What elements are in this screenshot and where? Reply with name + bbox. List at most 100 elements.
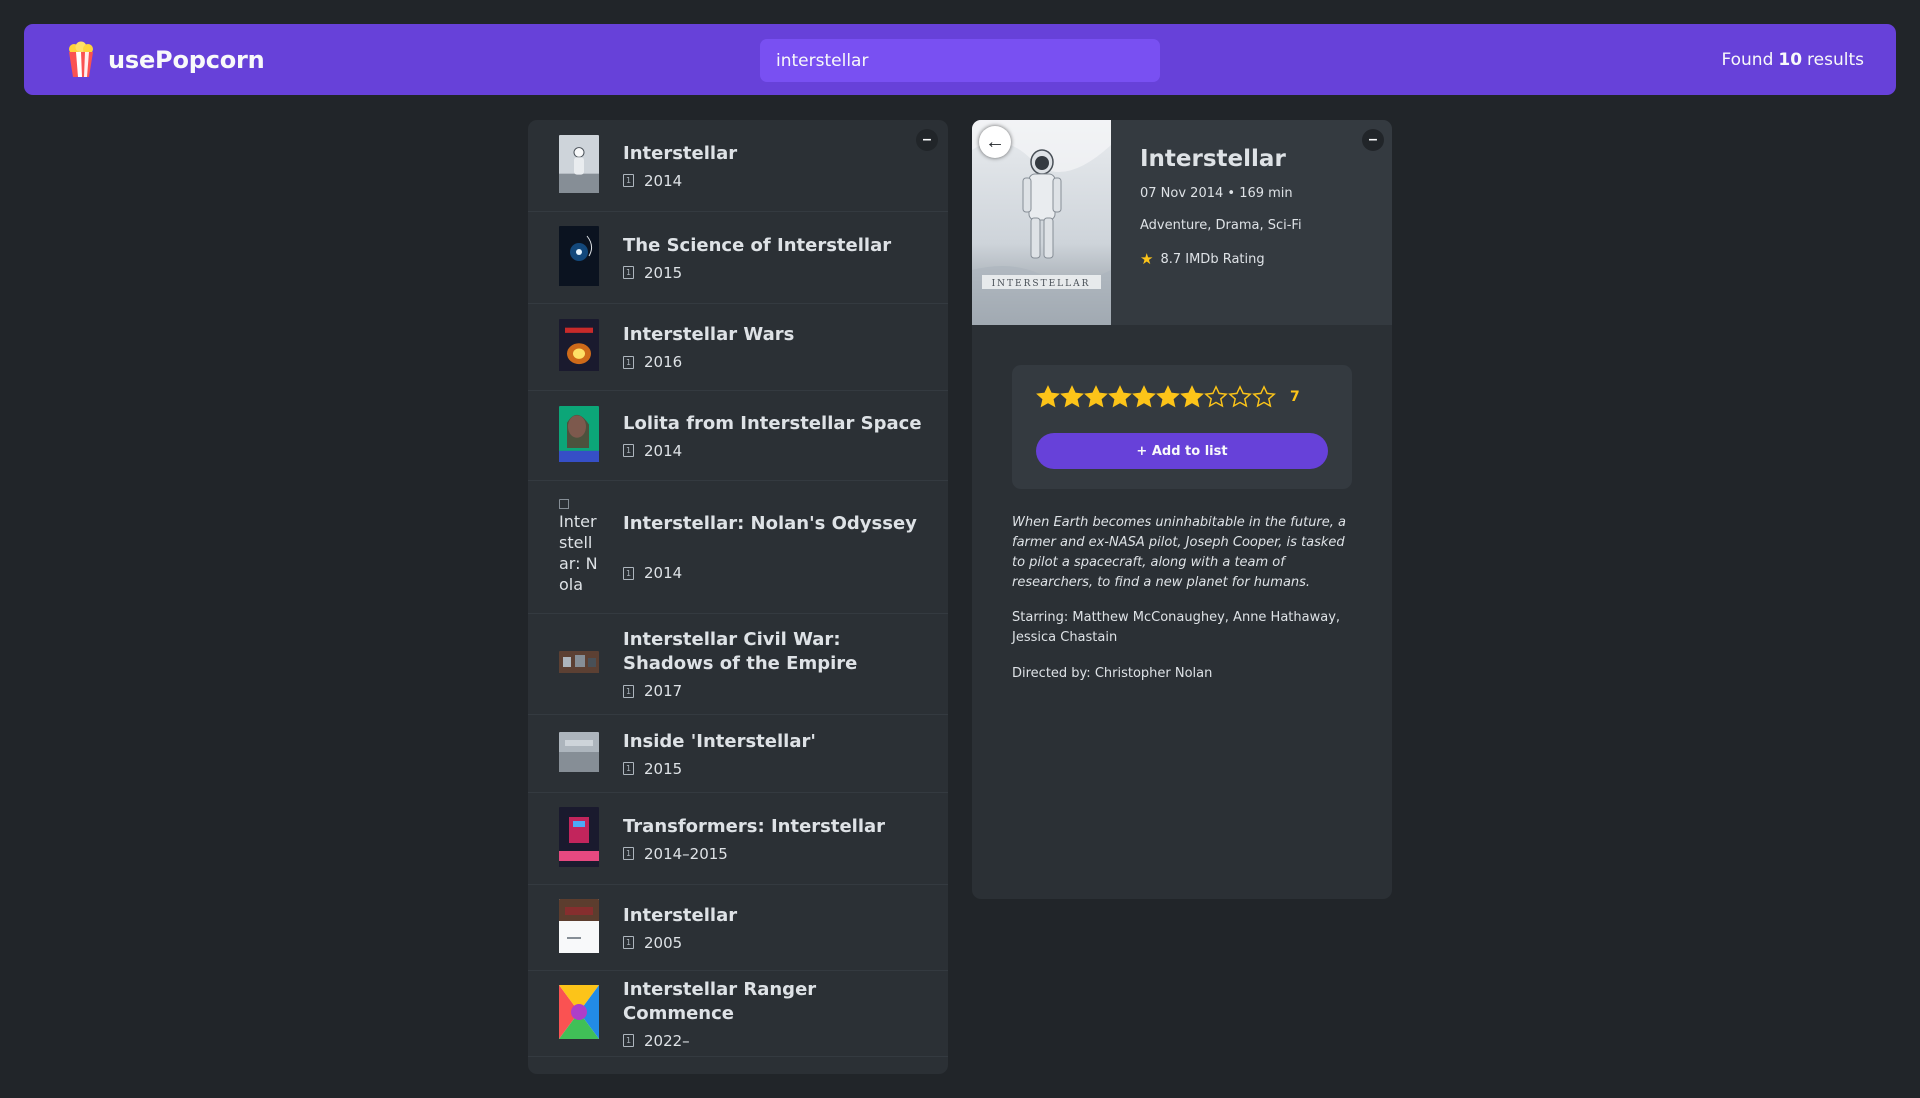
movie-poster-thumbnail [559,984,599,1043]
results-suffix: results [1807,49,1864,70]
release-runtime: 07 Nov 2014 • 169 min [1140,186,1293,201]
movie-list-title: Interstellar [623,142,738,164]
star-filled-icon[interactable] [1084,385,1108,409]
movie-list-item[interactable]: Interstellar Wars 1 2016 [528,304,948,391]
star-filled-icon[interactable] [1060,385,1084,409]
movie-info: Lolita from Interstellar Space 1 2014 [623,412,922,460]
popcorn-icon [69,41,93,77]
star-empty-icon[interactable] [1204,385,1228,409]
genre: Adventure, Drama, Sci-Fi [1140,218,1302,233]
results-prefix: Found [1721,49,1774,70]
movie-list-item[interactable]: Interstellar: Nolan's Odyssey poster Inte… [528,481,948,614]
movie-list-title: Interstellar [623,904,738,926]
movie-list-item[interactable]: Transformers: Interstellar 1 2014–2015 [528,793,948,885]
director-text: Directed by: Christopher Nolan [1012,666,1213,681]
movie-list-year: 1 2014 [623,172,737,190]
movie-list-item[interactable]: Interstellar 1 2005 [528,885,948,971]
star-filled-icon[interactable] [1108,385,1132,409]
movie-year-text: 2015 [644,263,683,282]
movie-year-text: 2017 [644,682,683,700]
calendar-icon: 1 [623,174,634,187]
movie-list-item[interactable]: Interstellar Civil War: Shadows of the E… [528,614,948,715]
calendar-icon: 1 [623,444,634,457]
movie-list-year: 1 2014 [623,442,922,460]
logo: usePopcorn [64,24,265,95]
movie-info: Transformers: Interstellar 1 2014–2015 [623,815,885,863]
movie-info: The Science of Interstellar 1 2015 [623,234,891,282]
movie-list-box: – Interstellar 1 2014 The Science of Inters… [528,120,948,1074]
movie-poster-thumbnail [559,806,599,871]
movie-list-year: 1 2015 [623,264,891,282]
movie-info: Inside 'Interstellar' 1 2015 [623,730,816,778]
user-rating-value: 7 [1290,389,1300,405]
star-empty-icon[interactable] [1252,385,1276,409]
movie-list-title: Lolita from Interstellar Space [623,412,922,434]
starring-text: Starring: Matthew McConaughey, Anne Hath… [1012,610,1341,645]
plot-text: When Earth becomes uninhabitable in the … [1012,515,1347,590]
movie-list-year: 1 2014–2015 [623,845,885,863]
movie-list-year: 1 2017 [623,682,923,700]
calendar-icon: 1 [623,847,634,860]
movie-list-title: Inside 'Interstellar' [623,730,816,752]
imdb-rating: ★ 8.7 IMDb Rating [1140,250,1302,268]
calendar-icon: 1 [623,684,634,698]
movie-year-text: 2014 [644,564,683,582]
star-filled-icon[interactable] [1036,385,1060,409]
movie-year-text: 2022– [644,1031,690,1050]
calendar-icon: 1 [623,266,634,279]
movie-list-item[interactable]: Lolita from Interstellar Space 1 2014 [528,391,948,481]
collapse-details-button[interactable]: – [1362,129,1384,151]
calendar-icon: 1 [623,566,634,580]
movie-year-text: 2014 [644,441,683,460]
collapse-list-button[interactable]: – [916,129,938,151]
movie-year-text: 2016 [644,353,683,371]
imdb-rating-text: 8.7 IMDb Rating [1160,251,1265,267]
movie-list-item[interactable]: Interstellar 1 2014 [528,120,948,212]
movie-details-box: – ← INTERSTELLAR Interstellar 07 Nov 201… [972,120,1392,899]
movie-poster-thumbnail: Interstellar: Nolan's Odyssey poster [559,499,599,595]
movie-list-year: 1 2022– [623,1032,923,1050]
movie-list-title: Interstellar Ranger Commence [623,978,817,1024]
movie-list-item[interactable]: Inside 'Interstellar' 1 2015 [528,715,948,793]
movie-list-item[interactable]: Interstellar Ranger Commence 1 2022– [528,971,948,1057]
results-count: Found 10 results [1721,24,1864,95]
movie-poster-thumbnail [559,405,599,466]
movie-list-year: 1 2005 [623,934,737,952]
back-button[interactable]: ← [979,126,1011,158]
star-rating: 7 [1036,385,1300,409]
movie-info: Interstellar Wars 1 2016 [623,323,794,371]
movie-list-title: Transformers: Interstellar [623,815,886,837]
calendar-icon: 1 [623,762,634,775]
poster-alt-text: Interstellar: Nolan's Odyssey poster [559,512,598,594]
star-filled-icon[interactable] [1132,385,1156,409]
calendar-icon: 1 [623,936,634,949]
movie-list-item[interactable]: The Science of Interstellar 1 2015 [528,212,948,304]
movie-list-year: 1 2016 [623,353,794,371]
movie-list-title: Interstellar Civil War: Shadows of the E… [623,629,858,674]
movie-info: Interstellar Ranger Commence 1 2022– [623,978,923,1050]
movie-list-year: 1 2014 [623,564,917,582]
movie-list-title: Interstellar Wars [623,324,795,345]
calendar-icon: 1 [623,1034,634,1047]
movie-list-year: 1 2015 [623,760,816,778]
add-to-list-button[interactable]: + Add to list [1036,433,1328,469]
movie-poster-thumbnail [559,731,599,776]
star-filled-icon[interactable] [1180,385,1204,409]
calendar-icon: 1 [623,355,634,369]
movie-year-text: 2014–2015 [644,844,728,863]
movie-year-text: 2005 [644,933,683,952]
movie-year-text: 2015 [644,759,683,778]
app-title: usePopcorn [108,45,265,74]
star-empty-icon[interactable] [1228,385,1252,409]
search-input[interactable] [760,39,1160,82]
navbar: usePopcorn Found 10 results [24,24,1896,95]
movie-list: Interstellar 1 2014 The Science of Interste… [528,120,948,1057]
movie-poster-thumbnail [559,134,599,197]
results-number: 10 [1778,49,1803,70]
star-filled-icon[interactable] [1156,385,1180,409]
movie-year-text: 2014 [644,171,683,190]
movie-poster-thumbnail [559,651,599,677]
movie-title: Interstellar [1140,146,1286,172]
movie-info: Interstellar Civil War: Shadows of the E… [623,628,923,700]
star-icon: ★ [1140,250,1154,268]
